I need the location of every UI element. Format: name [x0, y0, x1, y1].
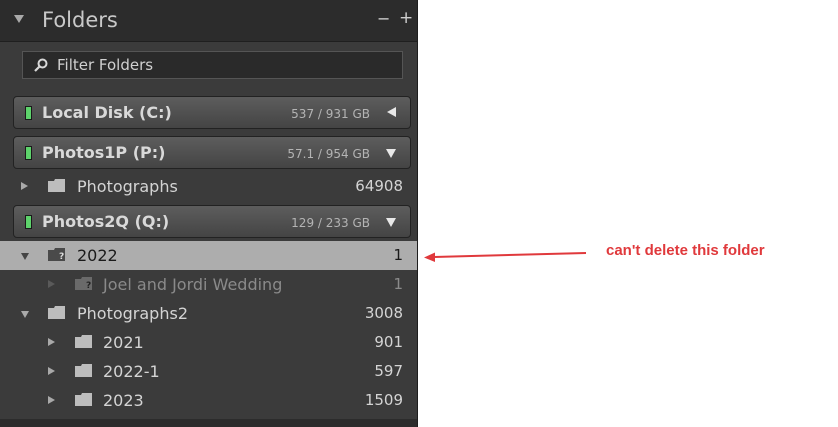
folder-count: 597: [374, 362, 403, 380]
folder-name: Photographs2: [77, 304, 188, 323]
volume-name: Photos1P (P:): [42, 143, 166, 162]
panel-bottom-edge: [0, 419, 417, 427]
filter-folders-box[interactable]: [22, 51, 403, 79]
add-folder-button[interactable]: +: [399, 10, 413, 27]
volume-photos1p[interactable]: Photos1P (P:) 57.1 / 954 GB: [13, 136, 411, 169]
search-icon: [34, 58, 48, 72]
annotation-text: can't delete this folder: [606, 242, 765, 259]
folder-row-photographs2[interactable]: Photographs2 3008: [0, 299, 417, 328]
volume-expanded-icon[interactable]: [386, 149, 396, 158]
folder-name: Joel and Jordi Wedding: [103, 275, 283, 294]
folders-panel: Folders − + Local Disk (C:) 537 / 931 GB…: [0, 0, 418, 427]
collapse-panel-icon[interactable]: [14, 15, 24, 23]
expand-arrow-icon[interactable]: [48, 280, 55, 288]
collapse-arrow-icon[interactable]: [21, 253, 29, 260]
folder-icon: [48, 179, 65, 192]
volume-status-led: [25, 215, 32, 229]
volume-local-disk-c[interactable]: Local Disk (C:) 537 / 931 GB: [13, 96, 411, 129]
expand-arrow-icon[interactable]: [48, 367, 55, 375]
volume-name: Local Disk (C:): [42, 103, 172, 122]
folder-row-2021[interactable]: 2021 901: [0, 328, 417, 357]
volume-collapsed-icon[interactable]: [387, 107, 396, 117]
volume-status-led: [25, 106, 32, 120]
volume-photos2q[interactable]: Photos2Q (Q:) 129 / 233 GB: [13, 205, 411, 238]
folder-name: 2021: [103, 333, 144, 352]
folder-name: 2022-1: [103, 362, 160, 381]
volume-status-led: [25, 146, 32, 160]
folder-name: 2023: [103, 391, 144, 410]
folder-icon: [75, 364, 92, 377]
expand-arrow-icon[interactable]: [48, 396, 55, 404]
volume-name: Photos2Q (Q:): [42, 212, 170, 231]
volume-size: 537 / 931 GB: [291, 107, 370, 121]
folder-icon: [48, 306, 65, 319]
volume-size: 129 / 233 GB: [291, 216, 370, 230]
volume-expanded-icon[interactable]: [386, 218, 396, 227]
missing-folder-icon: ?: [48, 248, 65, 261]
folder-row-2023[interactable]: 2023 1509: [0, 386, 417, 415]
svg-text:?: ?: [86, 281, 91, 290]
filter-folders-input[interactable]: [57, 55, 387, 75]
folder-name: 2022: [77, 246, 118, 265]
panel-title: Folders: [42, 8, 118, 32]
folder-count: 1: [393, 246, 403, 264]
folder-row-2022[interactable]: ? 2022 1: [0, 241, 417, 270]
folder-count: 1: [393, 275, 403, 293]
folder-row-photographs[interactable]: Photographs 64908: [0, 172, 417, 201]
folder-count: 901: [374, 333, 403, 351]
folder-icon: [75, 393, 92, 406]
expand-arrow-icon[interactable]: [48, 338, 55, 346]
expand-arrow-icon[interactable]: [21, 182, 28, 190]
folder-count: 64908: [355, 177, 403, 195]
missing-folder-icon: ?: [75, 277, 92, 290]
svg-text:?: ?: [59, 252, 64, 261]
collapse-arrow-icon[interactable]: [21, 311, 29, 318]
folder-name: Photographs: [77, 177, 178, 196]
remove-folder-button[interactable]: −: [377, 11, 390, 27]
annotation-arrow: [424, 252, 587, 262]
folder-count: 3008: [364, 304, 403, 322]
folder-count: 1509: [364, 391, 403, 409]
volume-size: 57.1 / 954 GB: [287, 147, 370, 161]
folder-row-2022-1[interactable]: 2022-1 597: [0, 357, 417, 386]
panel-header[interactable]: Folders − +: [0, 0, 417, 42]
folder-icon: [75, 335, 92, 348]
folder-row-joel-and-jordi-wedding[interactable]: ? Joel and Jordi Wedding 1: [0, 270, 417, 299]
